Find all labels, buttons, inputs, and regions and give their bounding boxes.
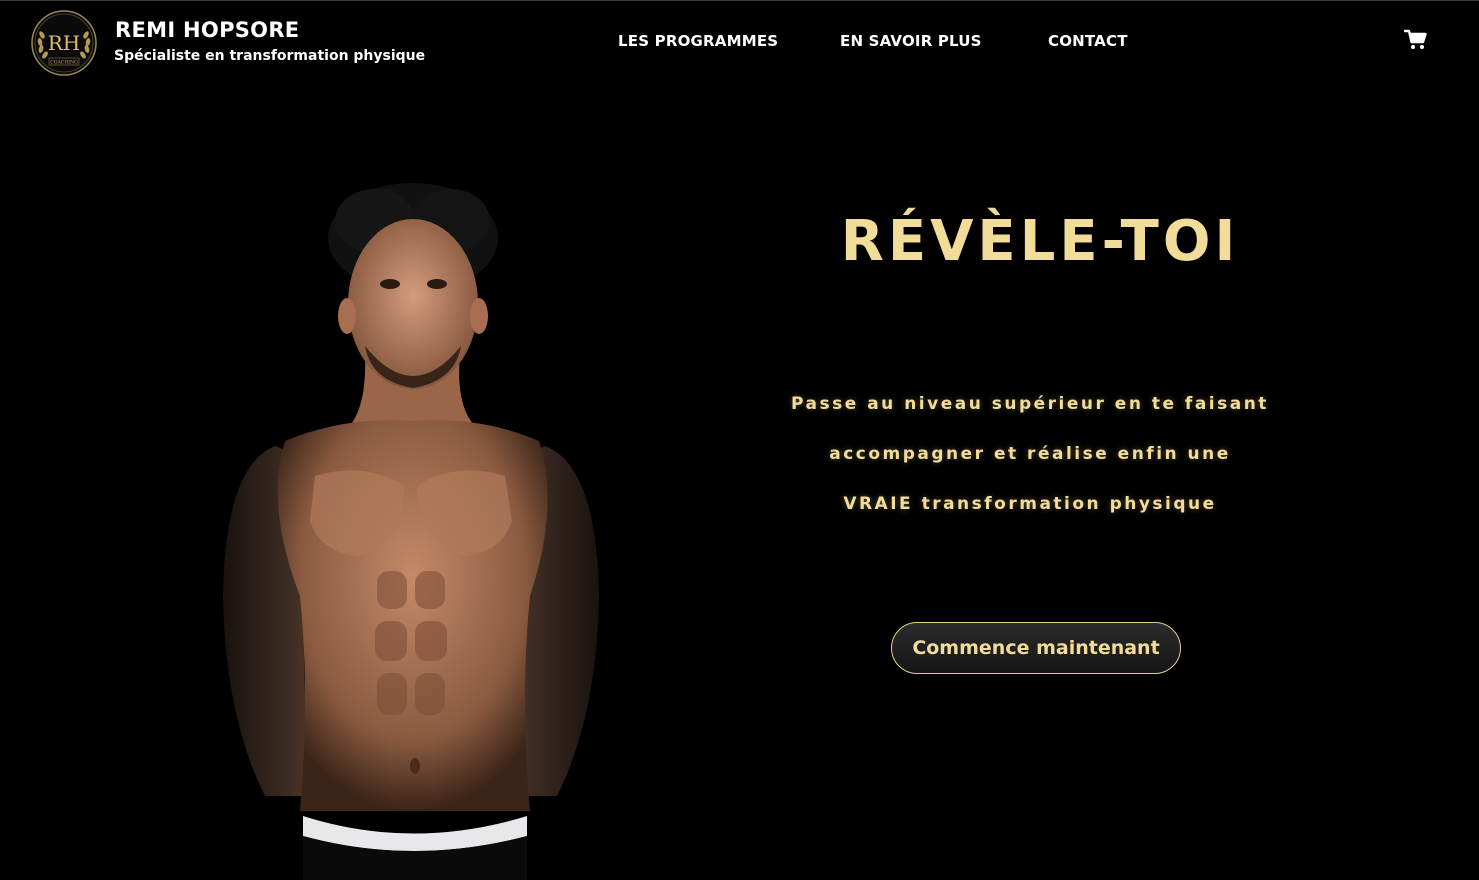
brand-name[interactable]: REMI HOPSORE xyxy=(115,18,299,42)
hero-title: RÉVÈLE-TOI xyxy=(840,209,1240,274)
rh-coaching-logo[interactable]: RH COACHING xyxy=(28,9,100,77)
hero-description-line: VRAIE transformation physique xyxy=(843,494,1217,514)
logo-monogram: RH xyxy=(48,31,81,55)
shopping-cart-icon[interactable] xyxy=(1404,29,1428,51)
hero-portrait-image xyxy=(223,183,599,880)
logo-subtitle: COACHING xyxy=(50,60,78,66)
nav-link-contact[interactable]: CONTACT xyxy=(1048,32,1128,50)
nav-link-en-savoir-plus[interactable]: EN SAVOIR PLUS xyxy=(840,32,982,50)
hero-description: Passe au niveau supérieur en te faisant … xyxy=(730,379,1330,529)
hero-description-line: Passe au niveau supérieur en te faisant xyxy=(791,394,1269,414)
hero-description-line: accompagner et réalise enfin une xyxy=(829,444,1231,464)
start-now-button[interactable]: Commence maintenant xyxy=(891,622,1181,674)
face xyxy=(348,219,478,389)
page: RH COACHING REMI HOPSORE Spécialiste en … xyxy=(0,0,1479,880)
nav-link-programmes[interactable]: LES PROGRAMMES xyxy=(618,32,778,50)
brand-tagline: Spécialiste en transformation physique xyxy=(114,48,426,64)
